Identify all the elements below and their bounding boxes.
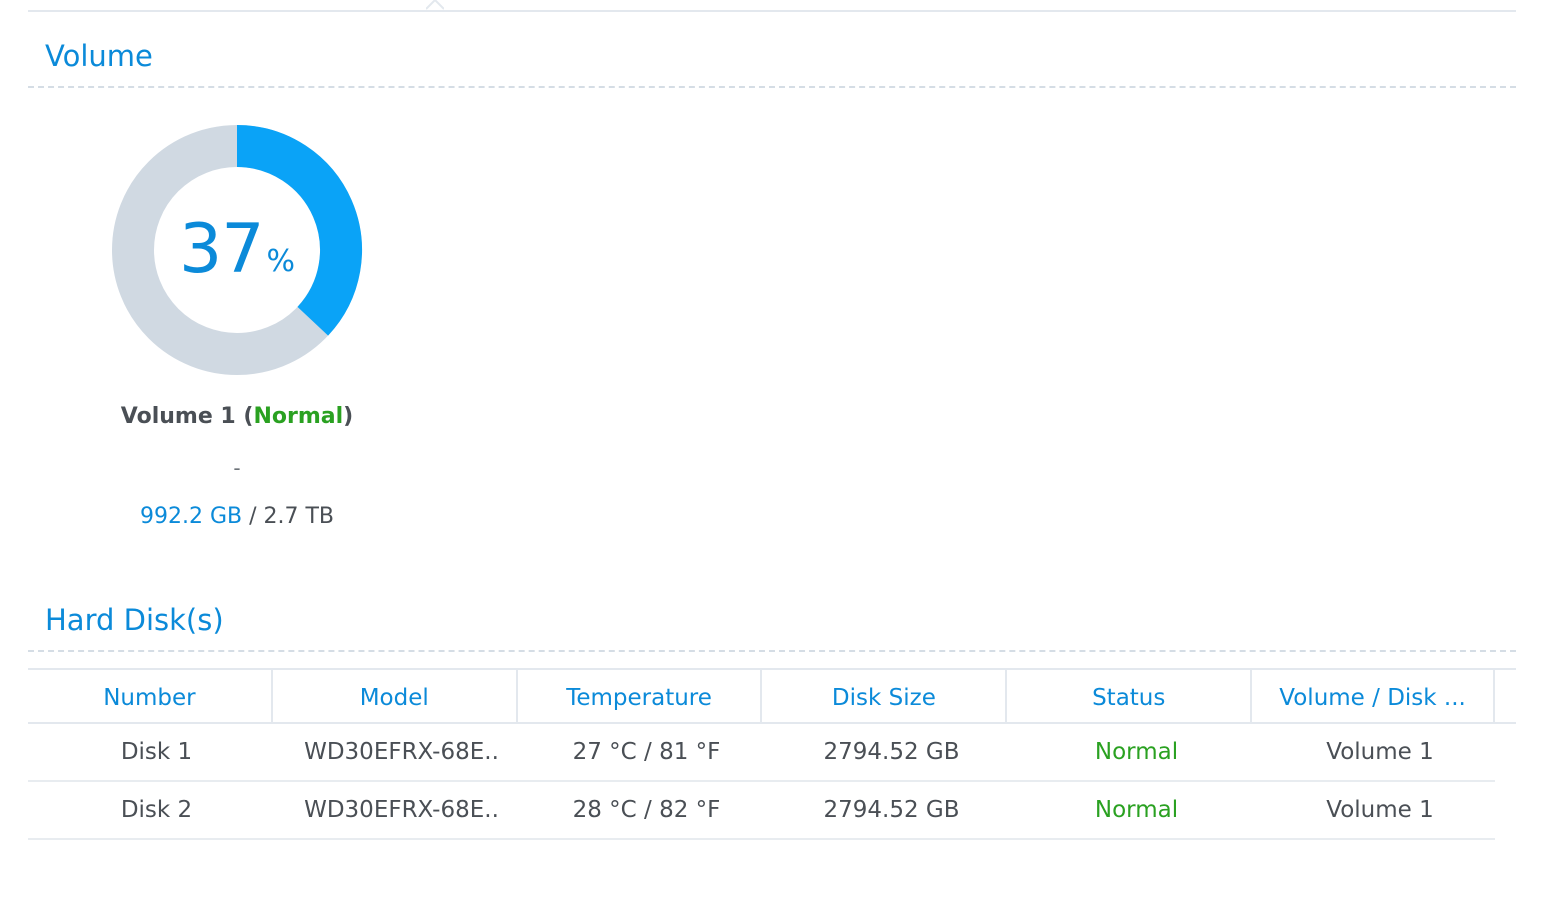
storage-panel: Volume 37% Volume 1 (Normal) - 992.2 GB …: [0, 0, 1541, 914]
cell-temperature: 27 °C / 81 °F: [572, 739, 721, 765]
table-row[interactable]: Disk 1 WD30EFRX-68E.. 27 °C / 81 °F 2794…: [28, 724, 1495, 782]
volume-subtitle: -: [233, 456, 241, 480]
table-header-row: Number Model Temperature Disk Size Statu…: [28, 668, 1516, 724]
column-header-volume-disk[interactable]: Volume / Disk ...: [1252, 670, 1495, 722]
volume-section-title: Volume: [45, 39, 153, 73]
column-header-temperature[interactable]: Temperature: [518, 670, 763, 722]
cell-number: Disk 1: [120, 739, 193, 765]
volume-section-divider: [28, 86, 1516, 88]
table-body: Disk 1 WD30EFRX-68E.. 27 °C / 81 °F 2794…: [28, 724, 1495, 840]
disks-section-divider: [28, 650, 1516, 652]
column-header-disk-size[interactable]: Disk Size: [762, 670, 1008, 722]
volume-capacity: 992.2 GB / 2.7 TB: [0, 504, 474, 529]
disks-section-title: Hard Disk(s): [45, 603, 224, 637]
volume-name: Volume 1 (Normal): [0, 404, 474, 429]
table-row[interactable]: Disk 2 WD30EFRX-68E.. 28 °C / 82 °F 2794…: [28, 782, 1495, 840]
cell-volume: Volume 1: [1326, 739, 1434, 765]
column-header-filler: [1495, 670, 1516, 722]
cell-model: WD30EFRX-68E..: [304, 797, 499, 823]
cell-disk-size: 2794.52 GB: [823, 739, 960, 765]
cell-status: Normal: [1094, 797, 1179, 823]
volume-usage-donut: 37%: [110, 123, 364, 377]
volume-name-suffix: ): [343, 404, 354, 429]
hard-disk-table: Number Model Temperature Disk Size Statu…: [28, 668, 1516, 840]
volume-total-size: 2.7 TB: [263, 504, 335, 529]
tab-strip: [28, 0, 1516, 12]
column-header-status[interactable]: Status: [1007, 670, 1253, 722]
cell-status: Normal: [1094, 739, 1179, 765]
cell-number: Disk 2: [120, 797, 193, 823]
usage-percent-sign: %: [266, 243, 296, 279]
volume-size-separator: /: [242, 504, 264, 529]
volume-name-prefix: Volume 1 (: [120, 404, 254, 429]
tab-indicator-notch: [426, 0, 444, 10]
column-header-model[interactable]: Model: [273, 670, 518, 722]
cell-volume: Volume 1: [1326, 797, 1434, 823]
cell-disk-size: 2794.52 GB: [823, 797, 960, 823]
donut-center-label: 37%: [110, 123, 364, 377]
cell-model: WD30EFRX-68E..: [304, 739, 499, 765]
usage-percent-value: 37: [178, 210, 265, 289]
volume-status: Normal: [253, 404, 344, 429]
volume-used-size: 992.2 GB: [139, 504, 243, 529]
cell-temperature: 28 °C / 82 °F: [572, 797, 721, 823]
column-header-number[interactable]: Number: [28, 670, 273, 722]
